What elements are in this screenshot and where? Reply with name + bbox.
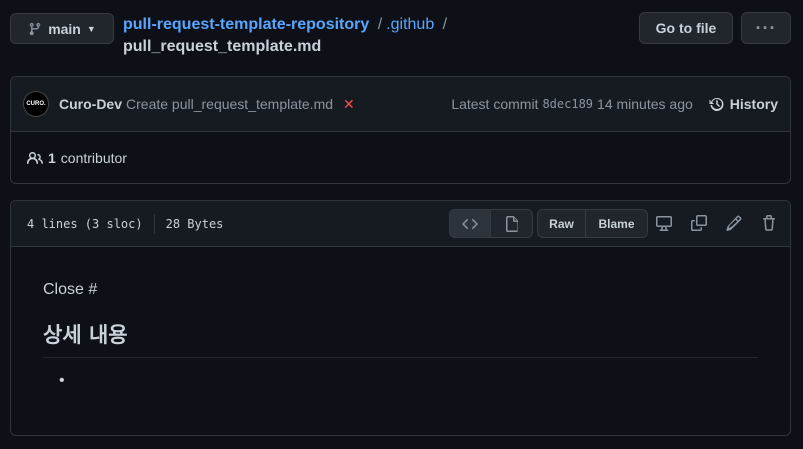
- commit-sha-link[interactable]: 8dec189: [542, 97, 593, 111]
- copy-icon: [691, 215, 707, 231]
- raw-button[interactable]: Raw: [537, 209, 586, 238]
- x-status-icon[interactable]: ✕: [343, 96, 355, 113]
- avatar[interactable]: CURO.: [23, 91, 49, 117]
- breadcrumb-separator: /: [377, 16, 383, 33]
- markdown-paragraph: Close #: [43, 281, 98, 298]
- commit-time: 14 minutes ago: [597, 96, 693, 112]
- latest-commit-bar: CURO. Curo-Dev Create pull_request_templ…: [11, 77, 790, 132]
- commit-message-link[interactable]: Create pull_request_template.md: [126, 96, 333, 112]
- raw-blame-group: Raw Blame: [537, 209, 648, 238]
- blame-button[interactable]: Blame: [586, 209, 648, 238]
- divider: [153, 213, 155, 234]
- file-size: 28 Bytes: [165, 216, 224, 231]
- file-line-count: 4 lines (3 sloc): [27, 216, 143, 231]
- delete-button[interactable]: [759, 213, 779, 233]
- file-icon: [505, 215, 518, 232]
- markdown-body: Close # 상세 내용 •: [11, 247, 790, 424]
- desktop-button[interactable]: [654, 213, 674, 233]
- people-icon: [27, 152, 43, 164]
- breadcrumb-dir-link[interactable]: .github: [386, 16, 434, 33]
- contributor-label: contributor: [60, 150, 127, 166]
- breadcrumb: pull-request-template-repository / .githu…: [123, 14, 451, 58]
- breadcrumb-repo-link[interactable]: pull-request-template-repository: [123, 16, 369, 33]
- history-link[interactable]: History: [709, 96, 778, 112]
- view-toggle-group: [449, 209, 533, 238]
- latest-commit-info: Latest commit 8dec189 14 minutes ago: [451, 96, 692, 112]
- chevron-down-icon: ▼: [86, 23, 96, 34]
- desktop-icon: [656, 216, 672, 231]
- history-label: History: [729, 96, 778, 112]
- branch-select-button[interactable]: main ▼: [10, 13, 114, 44]
- trash-icon: [763, 215, 775, 231]
- history-icon: [709, 97, 724, 111]
- rendered-view-button[interactable]: [491, 209, 533, 238]
- git-branch-icon: [29, 22, 41, 35]
- file-viewer: 4 lines (3 sloc) 28 Bytes Raw Blame Clos…: [10, 200, 791, 436]
- breadcrumb-file-name: pull_request_template.md: [123, 38, 322, 55]
- contributor-count: 1: [48, 150, 56, 166]
- branch-name: main: [48, 20, 81, 37]
- list-item: •: [59, 372, 65, 389]
- markdown-heading: 상세 내용: [43, 319, 758, 358]
- breadcrumb-separator: /: [442, 16, 448, 33]
- file-header: 4 lines (3 sloc) 28 Bytes Raw Blame: [11, 201, 790, 247]
- go-to-file-button[interactable]: Go to file: [639, 12, 733, 44]
- more-options-button[interactable]: ···: [741, 12, 791, 44]
- commit-box: CURO. Curo-Dev Create pull_request_templ…: [10, 76, 791, 184]
- latest-commit-label: Latest commit: [451, 96, 539, 112]
- edit-button[interactable]: [724, 213, 744, 233]
- copy-button[interactable]: [689, 213, 709, 233]
- commit-author-link[interactable]: Curo-Dev: [59, 96, 122, 112]
- pencil-icon: [726, 215, 742, 231]
- contributors-row[interactable]: 1 contributor: [11, 132, 790, 184]
- code-icon: [462, 218, 478, 229]
- source-view-button[interactable]: [449, 209, 491, 238]
